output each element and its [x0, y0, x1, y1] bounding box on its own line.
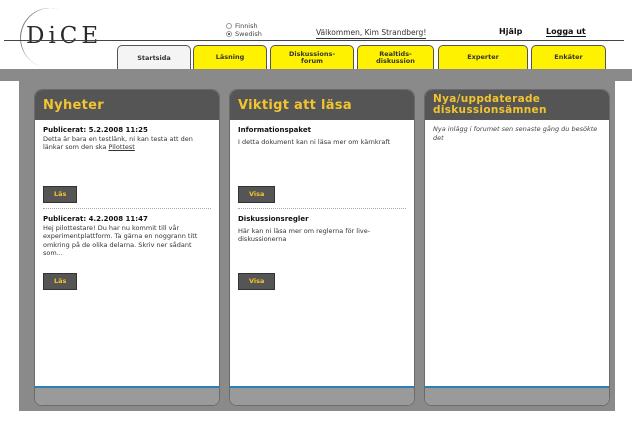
finnish-radio[interactable] — [226, 23, 232, 29]
news-date: Publicerat: 5.2.2008 11:25 — [43, 126, 148, 134]
topics-title: Nya/uppdaterade diskussionsämnen — [425, 90, 609, 120]
document-item: Informationspaket I detta dokument kan n… — [238, 120, 406, 209]
document-title: Informationspaket — [238, 126, 311, 134]
main-tabs: Startsida Läsning Diskussions- forum Rea… — [0, 45, 632, 70]
news-text: Hej pilottestare! Du har nu kommit till … — [43, 223, 198, 258]
show-button[interactable]: Visa — [238, 186, 276, 203]
header-divider — [4, 40, 624, 41]
news-panel: Nyheter Publicerat: 5.2.2008 11:25 Detta… — [35, 90, 219, 405]
important-title: Viktigt att läsa — [230, 90, 414, 120]
pilottest-link[interactable]: Pilottest — [108, 143, 134, 151]
document-text: I detta dokument kan ni läsa mer om kärn… — [238, 137, 391, 146]
help-link[interactable]: Hjälp — [499, 27, 522, 36]
logout-link[interactable]: Logga ut — [546, 27, 586, 37]
tab-lasning[interactable]: Läsning — [193, 45, 267, 69]
news-item: Publicerat: 5.2.2008 11:25 Detta är bara… — [43, 120, 211, 209]
news-text: Detta är bara en testlänk, ni kan testa … — [43, 134, 193, 152]
important-footer — [230, 386, 414, 405]
document-title: Diskussionsregler — [238, 215, 309, 223]
news-title: Nyheter — [35, 90, 219, 120]
read-button[interactable]: Läs — [43, 186, 78, 203]
language-option-swedish[interactable]: Swedish — [226, 30, 262, 38]
read-button[interactable]: Läs — [43, 273, 78, 290]
topics-panel: Nya/uppdaterade diskussionsämnen Nya inl… — [425, 90, 609, 405]
welcome-text: Välkommen, Kim Strandberg! — [316, 28, 427, 39]
swedish-label: Swedish — [235, 30, 262, 38]
swedish-radio[interactable] — [226, 31, 232, 37]
important-panel: Viktigt att läsa Informationspaket I det… — [230, 90, 414, 405]
topics-text: Nya inlägg i forumet sen senaste gång du… — [433, 125, 598, 142]
tab-experter[interactable]: Experter — [438, 45, 528, 69]
news-date: Publicerat: 4.2.2008 11:47 — [43, 215, 148, 223]
news-item: Publicerat: 4.2.2008 11:47 Hej pilottest… — [43, 209, 211, 385]
language-option-finnish[interactable]: Finnish — [226, 22, 262, 30]
finnish-label: Finnish — [235, 22, 258, 30]
tab-enkater[interactable]: Enkäter — [531, 45, 606, 69]
language-selector: Finnish Swedish — [226, 22, 262, 38]
tab-diskussionsforum[interactable]: Diskussions- forum — [270, 45, 354, 69]
tab-realtidsdiskussion[interactable]: Realtids- diskussion — [357, 45, 434, 69]
topics-footer — [425, 386, 609, 405]
document-text: Här kan ni läsa mer om reglerna för live… — [238, 226, 371, 244]
news-footer — [35, 386, 219, 405]
show-button[interactable]: Visa — [238, 273, 276, 290]
dice-logo: DiCE — [6, 0, 98, 76]
document-item: Diskussionsregler Här kan ni läsa mer om… — [238, 209, 406, 385]
tab-startsida[interactable]: Startsida — [117, 45, 191, 70]
